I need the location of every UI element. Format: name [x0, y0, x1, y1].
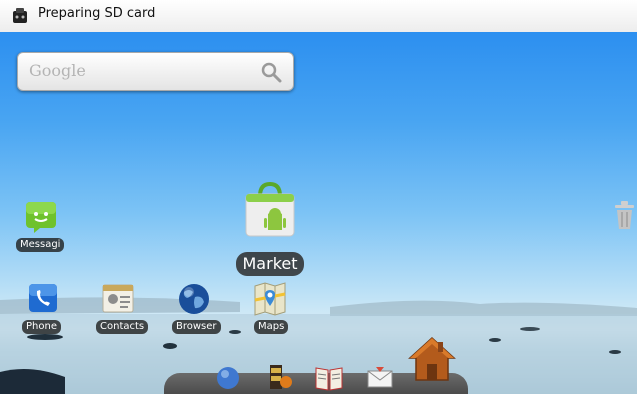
browser-label: Browser	[172, 320, 221, 334]
messaging-label: Messagi	[16, 238, 65, 252]
search-placeholder: Google	[29, 61, 86, 80]
app-market[interactable]: Market	[236, 180, 304, 278]
phone-label: Phone	[22, 320, 61, 334]
home-icon[interactable]	[408, 336, 456, 382]
messaging-icon	[26, 202, 56, 233]
search-icon[interactable]	[259, 60, 283, 84]
trash-icon[interactable]	[612, 198, 637, 232]
sd-card-icon	[13, 8, 27, 23]
google-search-bar[interactable]: Google	[17, 52, 294, 91]
contacts-label: Contacts	[96, 320, 149, 334]
app-browser[interactable]: Browser	[172, 282, 221, 336]
media-icon[interactable]	[264, 362, 294, 392]
market-bag-icon	[245, 181, 295, 237]
app-maps[interactable]: Maps	[252, 282, 290, 336]
email-icon[interactable]	[367, 366, 393, 388]
contacts-icon	[102, 284, 134, 313]
browser-globe-icon	[179, 284, 209, 314]
maps-label: Maps	[254, 320, 289, 334]
book-icon[interactable]	[314, 364, 344, 392]
phone-icon	[29, 284, 57, 312]
market-label: Market	[236, 252, 304, 276]
app-messaging[interactable]: Messagi	[16, 200, 68, 256]
home-screen: Preparing SD card Google Messagi Market …	[0, 0, 637, 394]
maps-icon	[254, 282, 286, 316]
app-phone[interactable]: Phone	[22, 283, 64, 335]
status-bar[interactable]: Preparing SD card	[0, 0, 637, 33]
globe-icon[interactable]	[216, 366, 240, 390]
app-contacts[interactable]: Contacts	[96, 282, 149, 336]
notification-text: Preparing SD card	[38, 6, 156, 21]
